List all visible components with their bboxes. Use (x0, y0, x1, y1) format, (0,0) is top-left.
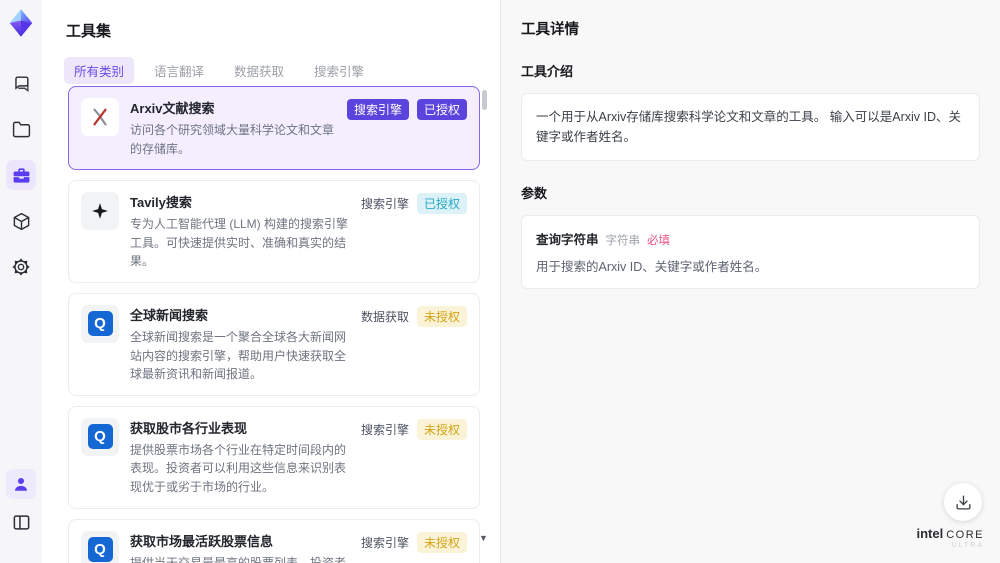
tool-name: 获取市场最活跃股票信息 (130, 533, 274, 549)
tool-name: Arxiv文献搜索 (130, 101, 215, 116)
category-badge: 搜索引擎 (346, 99, 409, 120)
params-heading: 参数 (521, 186, 548, 201)
tool-details-panel: 工具详情 工具介绍 一个用于从Arxiv存储库搜索科学论文和文章的工具。 输入可… (500, 0, 1000, 563)
auth-badge: 未授权 (416, 531, 467, 553)
page-title: 工具集 (66, 23, 112, 40)
sidebar-item-files[interactable] (6, 114, 36, 144)
chat-icon (12, 74, 31, 93)
auth-badge: 未授权 (416, 418, 467, 440)
settings-icon (11, 257, 31, 277)
tab-search-engine[interactable]: 搜索引擎 (304, 57, 374, 84)
tool-name: 全球新闻搜索 (130, 307, 209, 323)
download-icon (955, 494, 972, 511)
sidebar-item-tools[interactable] (6, 160, 36, 190)
category-label: 搜索引擎 (360, 422, 409, 437)
param-card: 查询字符串 字符串 必填 用于搜索的Arxiv ID、关键字或作者姓名。 (521, 215, 980, 289)
tool-name: 获取股市各行业表现 (130, 420, 248, 436)
ultra-label: ULTRA (951, 542, 984, 549)
sidebar-item-settings[interactable] (6, 252, 36, 282)
scrollbar-down-arrow[interactable]: ▼ (479, 533, 488, 543)
intro-card: 一个用于从Arxiv存储库搜索科学论文和文章的工具。 输入可以是Arxiv ID… (521, 93, 980, 161)
tool-list: Arxiv文献搜索 访问各个研究领域大量科学论文和文章的存储库。 搜索引擎 已授… (68, 86, 480, 563)
folder-icon (12, 120, 31, 139)
tavily-star-icon (81, 192, 119, 231)
tool-list-panel: 工具集 所有类别 语言翻译 数据获取 搜索引擎 Arxiv文献搜索 访问各个研究… (42, 0, 500, 563)
param-name: 查询字符串 (536, 233, 599, 247)
panel-toggle-icon (12, 513, 31, 532)
param-desc: 用于搜索的Arxiv ID、关键字或作者姓名。 (536, 260, 768, 274)
scrollbar-thumb[interactable] (482, 90, 487, 110)
sidebar-item-packages[interactable] (6, 206, 36, 236)
tool-desc: 提供股票市场各个行业在特定时间段内的表现。投资者可以利用这些信息来识别表现优于或… (130, 442, 347, 494)
arxiv-icon (81, 98, 119, 136)
auth-badge: 已授权 (416, 99, 467, 120)
intel-core-logo: intel CORE ULTRA (916, 526, 984, 549)
app-logo-icon[interactable] (6, 8, 36, 38)
active-stocks-icon: Q (81, 530, 119, 563)
param-required-flag: 必填 (647, 235, 671, 247)
left-rail (0, 0, 42, 563)
sidebar-item-account[interactable] (6, 469, 36, 499)
tab-translation[interactable]: 语言翻译 (144, 57, 214, 84)
category-label: 搜索引擎 (360, 197, 409, 212)
news-search-icon: Q (81, 304, 119, 343)
tool-desc: 全球新闻搜索是一个聚合全球各大新闻网站内容的搜索引擎，帮助用户快速获取全球最新资… (130, 329, 347, 382)
sidebar-item-panel-toggle[interactable] (6, 507, 36, 537)
intel-wordmark: intel (916, 526, 944, 541)
intro-heading: 工具介绍 (521, 64, 574, 79)
category-label: 数据获取 (360, 309, 409, 324)
toolbox-icon (12, 166, 31, 185)
param-type: 字符串 (605, 235, 641, 247)
core-wordmark: CORE (946, 529, 984, 541)
sidebar-item-chat[interactable] (6, 68, 36, 98)
tab-data-fetch[interactable]: 数据获取 (224, 57, 294, 84)
tool-card-sector-performance[interactable]: Q 获取股市各行业表现 提供股票市场各个行业在特定时间段内的表现。投资者可以利用… (68, 405, 480, 509)
cube-icon (12, 212, 31, 231)
details-title: 工具详情 (521, 22, 579, 38)
tool-desc: 提供当天交易量最高的股票列表，投资者可以利用这些信息来识别流动性强的股票和潜在的… (130, 555, 347, 563)
tab-all-categories[interactable]: 所有类别 (64, 57, 135, 84)
auth-badge: 已授权 (416, 193, 467, 215)
tool-card-arxiv[interactable]: Arxiv文献搜索 访问各个研究领域大量科学论文和文章的存储库。 搜索引擎 已授… (68, 86, 480, 171)
tool-card-active-stocks[interactable]: Q 获取市场最活跃股票信息 提供当天交易量最高的股票列表，投资者可以利用这些信息… (68, 518, 480, 563)
stock-sector-icon: Q (81, 417, 119, 456)
tool-desc: 专为人工智能代理 (LLM) 构建的搜索引擎工具。可快速提供实时、准确和真实的结… (130, 217, 349, 269)
list-scrollbar[interactable]: ▼ (479, 88, 488, 557)
download-button[interactable] (944, 483, 982, 521)
user-icon (12, 475, 30, 493)
auth-badge: 未授权 (416, 305, 467, 327)
tool-desc: 访问各个研究领域大量科学论文和文章的存储库。 (130, 123, 335, 156)
tool-card-global-news[interactable]: Q 全球新闻搜索 全球新闻搜索是一个聚合全球各大新闻网站内容的搜索引擎，帮助用户… (68, 292, 480, 396)
tool-card-tavily[interactable]: Tavily搜索 专为人工智能代理 (LLM) 构建的搜索引擎工具。可快速提供实… (68, 180, 480, 283)
category-label: 搜索引擎 (360, 535, 409, 550)
tool-name: Tavily搜索 (130, 195, 192, 211)
